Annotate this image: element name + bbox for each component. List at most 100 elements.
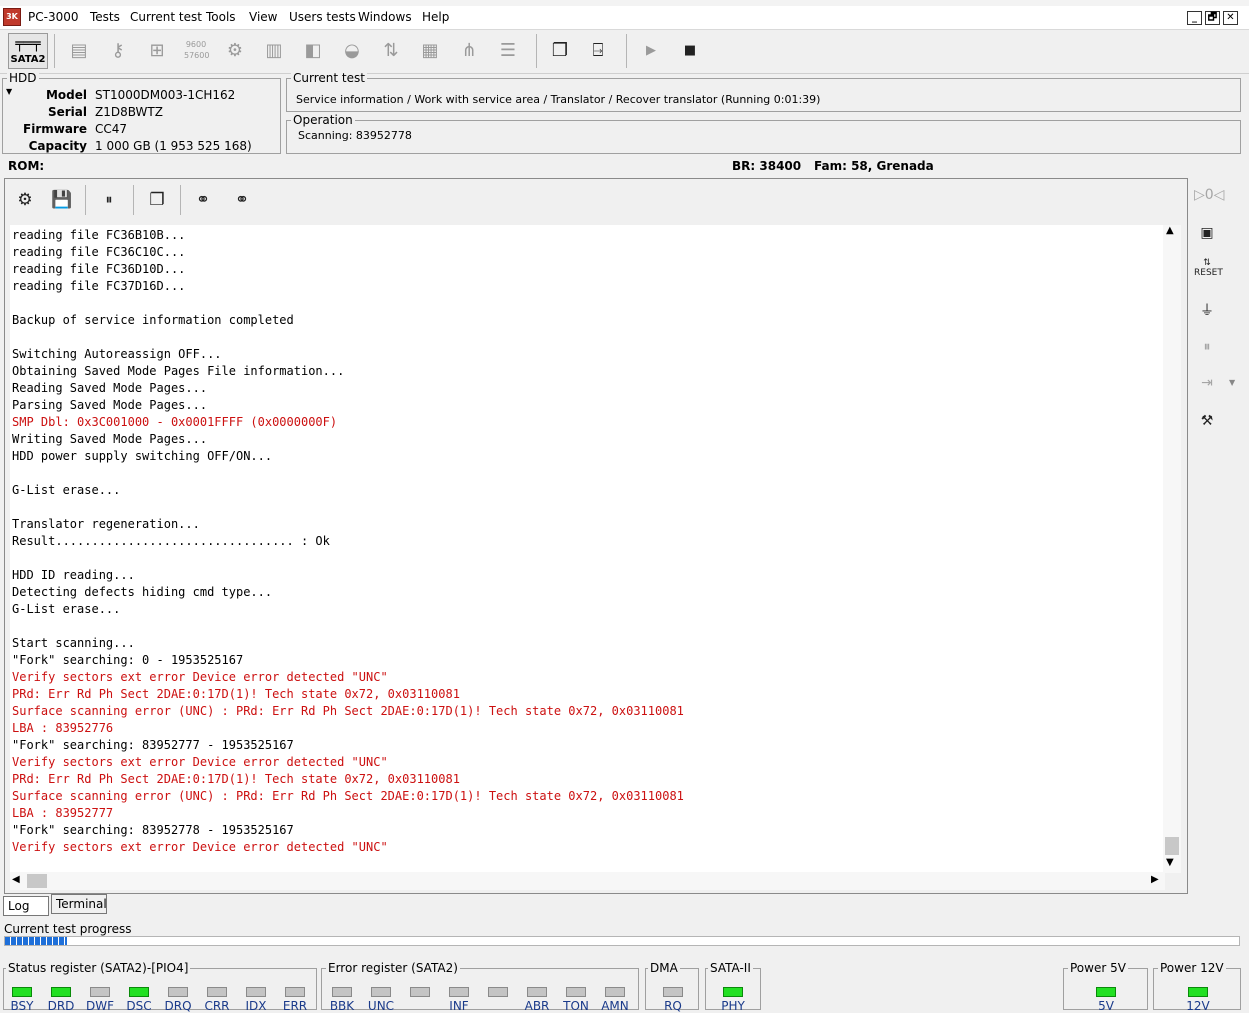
dropdown-arrow-icon[interactable]: ▼ — [1229, 378, 1235, 387]
sata-ii-title: SATA-II — [708, 961, 753, 975]
transfer-icon[interactable]: ⇅ — [379, 39, 403, 63]
log-line: LBA : 83952776 — [12, 721, 114, 735]
status-register-group: Status register (SATA2)-[PIO4] BSY DRD DWF… — [3, 961, 317, 1013]
status-led — [285, 987, 305, 997]
module-icon[interactable]: ◧ — [301, 39, 325, 63]
sata-connector-icon: ╤═╤ — [15, 36, 41, 52]
tab-terminal[interactable]: Terminal — [51, 894, 107, 914]
menu-help[interactable]: Help — [422, 10, 449, 24]
power12-title: Power 12V — [1158, 961, 1226, 975]
menu-users-tests[interactable]: Users tests — [289, 10, 356, 24]
log-line: SMP Dbl: 0x3C001000 - 0x0001FFFF (0x0000… — [12, 415, 338, 429]
reset-icon[interactable]: ⇅ RESET — [1194, 258, 1223, 284]
error-led — [527, 987, 547, 997]
network-icon[interactable]: ⋔ — [457, 39, 481, 63]
scroll-thumb[interactable] — [1165, 837, 1179, 855]
mdi-minimize-button[interactable]: _ — [1187, 11, 1202, 25]
copy-icon[interactable]: ❐ — [548, 39, 572, 63]
error-led — [605, 987, 625, 997]
menu-bar: 3K PC-3000 Tests Current test Tools View… — [0, 0, 1249, 30]
sata2-port-button[interactable]: ╤═╤ SATA2 — [8, 33, 48, 69]
find-next-icon[interactable]: ⚭ — [229, 187, 255, 213]
log-line: Surface scanning error (UNC) : PRd: Err … — [12, 789, 684, 803]
log-line: Parsing Saved Mode Pages... — [12, 398, 208, 412]
menu-current-test[interactable]: Current test — [130, 10, 202, 24]
log-line: Switching Autoreassign OFF... — [12, 347, 222, 361]
drive-icon[interactable]: ▣ — [1194, 220, 1220, 246]
log-line: reading file FC36B10B... — [12, 228, 186, 242]
scroll-left-icon[interactable]: ◀ — [12, 874, 20, 885]
exit-icon[interactable]: ⍈ — [586, 39, 610, 63]
settings-icon[interactable]: ⚙ — [12, 187, 38, 213]
menu-pc3000[interactable]: PC-3000 — [28, 10, 78, 24]
copy-log-icon[interactable]: ❐ — [144, 187, 170, 213]
error-led — [449, 987, 469, 997]
power-switch-icon[interactable]: ⏚ — [1194, 298, 1220, 324]
tools-icon[interactable]: ⚒ — [1194, 408, 1220, 434]
menu-view[interactable]: View — [249, 10, 277, 24]
pci-icon[interactable]: ⊞ — [145, 39, 169, 63]
log-line: PRd: Err Rd Ph Sect 2DAE:0:17D(1)! Tech … — [12, 687, 460, 701]
power5-led-label: 5V — [1098, 999, 1114, 1013]
status-led — [90, 987, 110, 997]
port-reset-icon[interactable]: ▷0◁ — [1194, 182, 1224, 208]
step-icon[interactable]: ⇥ — [1194, 370, 1220, 396]
pause-right-icon[interactable]: ⏸ — [1194, 334, 1220, 360]
mdi-close-button[interactable]: ✕ — [1223, 11, 1238, 25]
log-line: reading file FC37D16D... — [12, 279, 186, 293]
dma-led — [663, 987, 683, 997]
power12-led — [1188, 987, 1208, 997]
capacity-value: 1 000 GB (1 953 525 168) — [95, 139, 252, 153]
list-icon[interactable]: ☰ — [496, 39, 520, 63]
operation-text: Scanning: 83952778 — [298, 129, 412, 142]
vertical-scrollbar[interactable]: ▲ ▼ — [1163, 225, 1181, 873]
main-toolbar: ╤═╤ SATA2 ▤ ⚷ ⊞ 9600 57600 ⚙ ▥ ◧ ◒ ⇅ ▦ ⋔ … — [0, 30, 1249, 74]
scroll-up-icon[interactable]: ▲ — [1166, 225, 1174, 236]
power12-led-label: 12V — [1186, 999, 1210, 1013]
error-led — [332, 987, 352, 997]
mdi-restore-button[interactable]: 🗗 — [1205, 11, 1220, 25]
gears-icon[interactable]: ⚙ — [223, 39, 247, 63]
log-line: "Fork" searching: 83952778 - 1953525167 — [12, 823, 294, 837]
error-register-title: Error register (SATA2) — [326, 961, 460, 975]
menu-tools[interactable]: Tools — [206, 10, 236, 24]
chip-icon[interactable]: ▥ — [262, 39, 286, 63]
baud-rate: BR: 38400 — [732, 159, 802, 173]
stop-icon[interactable]: ■ — [678, 39, 702, 63]
menu-windows[interactable]: Windows — [358, 10, 412, 24]
play-icon[interactable]: ▶ — [639, 39, 663, 63]
scroll-down-icon[interactable]: ▼ — [1166, 857, 1174, 868]
find-icon[interactable]: ⚭ — [190, 187, 216, 213]
status-led-label: ERR — [282, 999, 308, 1013]
error-led — [566, 987, 586, 997]
tab-log[interactable]: Log — [3, 896, 49, 916]
baud-icon[interactable]: 9600 57600 — [184, 39, 209, 63]
log-line: reading file FC36D10D... — [12, 262, 186, 276]
hscroll-thumb[interactable] — [27, 874, 47, 888]
operation-group: Operation Scanning: 83952778 — [286, 113, 1241, 154]
pause-icon[interactable]: ⏸ — [96, 187, 122, 213]
status-area: Status register (SATA2)-[PIO4] BSY DRD DWF… — [0, 960, 1249, 1013]
status-led-label: DSC — [126, 999, 152, 1013]
log-line: "Fork" searching: 83952777 - 1953525167 — [12, 738, 294, 752]
error-led-label: AMN — [601, 999, 629, 1013]
save-icon[interactable]: 💾 — [49, 187, 75, 213]
grid-icon[interactable]: ▦ — [418, 39, 442, 63]
log-text-area[interactable]: reading file FC36B10B... reading file FC3… — [10, 225, 1165, 873]
disk-scan-icon[interactable]: ▤ — [67, 39, 91, 63]
serial-value: Z1D8BWTZ — [95, 105, 163, 119]
key-icon[interactable]: ⚷ — [106, 39, 130, 63]
status-led — [129, 987, 149, 997]
status-led-label: DWF — [85, 999, 114, 1013]
scroll-right-icon[interactable]: ▶ — [1151, 874, 1159, 885]
error-led-label: TON — [563, 999, 589, 1013]
head-icon[interactable]: ◒ — [340, 39, 364, 63]
app-icon[interactable]: 3K — [3, 8, 21, 26]
power5-title: Power 5V — [1068, 961, 1128, 975]
serial-label: Serial — [47, 105, 87, 119]
horizontal-scrollbar[interactable]: ◀ ▶ — [10, 872, 1165, 890]
menu-tests[interactable]: Tests — [90, 10, 120, 24]
